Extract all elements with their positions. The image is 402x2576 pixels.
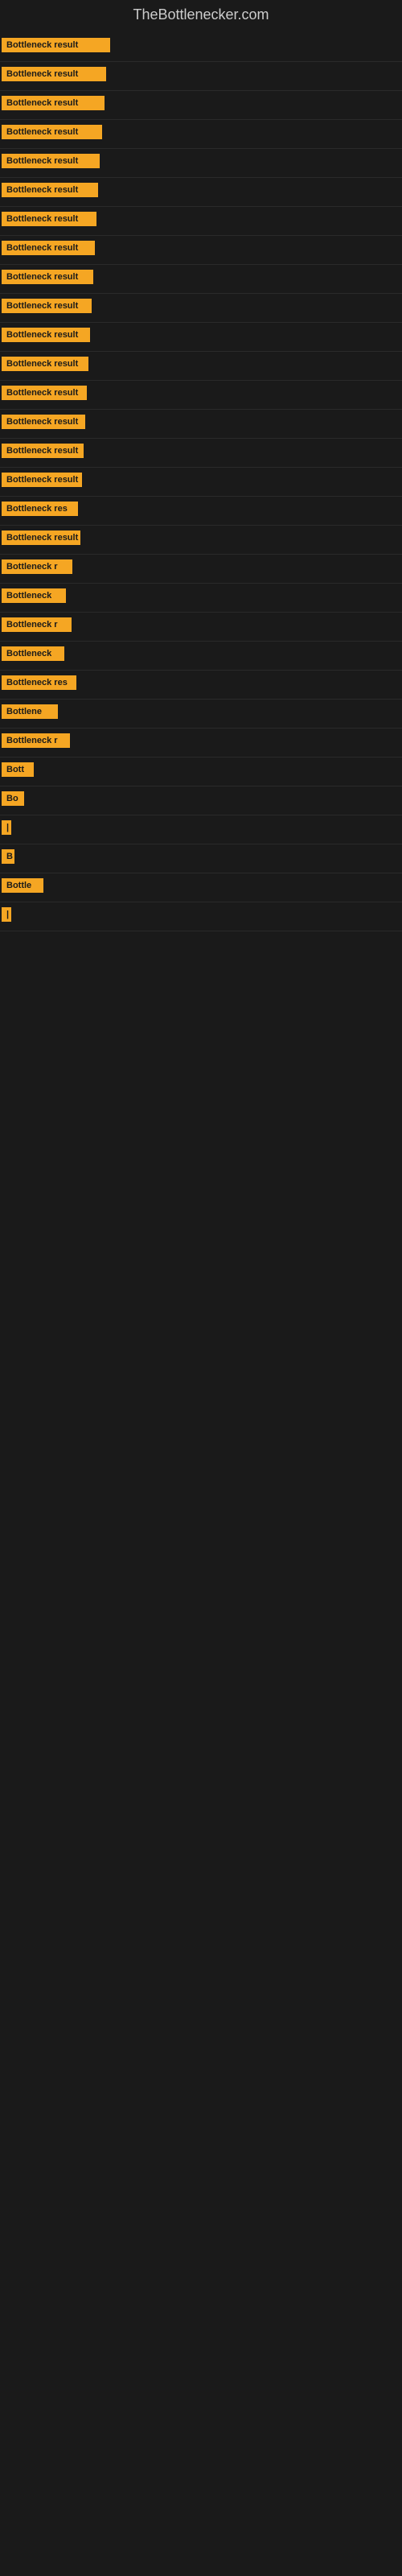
bottleneck-bar: Bottleneck result <box>2 67 106 81</box>
bottleneck-bar: Bottleneck result <box>2 444 84 458</box>
bottleneck-bar: Bottleneck r <box>2 733 70 748</box>
bar-row-3: Bottleneck result <box>0 120 402 149</box>
bar-row-20: Bottleneck r <box>0 613 402 642</box>
bar-row-29: Bottle <box>0 873 402 902</box>
bar-row-2: Bottleneck result <box>0 91 402 120</box>
bar-row-19: Bottleneck <box>0 584 402 613</box>
bottleneck-bar: Bottleneck result <box>2 415 85 429</box>
bottleneck-bar: Bottleneck result <box>2 125 102 139</box>
bottleneck-bar: Bottleneck result <box>2 96 105 110</box>
bottleneck-bar: Bottleneck result <box>2 473 82 487</box>
chart-area: Bottleneck result Bottleneck result Bottle… <box>0 33 402 947</box>
bottleneck-bar: Bottle <box>2 878 43 893</box>
bottleneck-bar: B <box>2 849 14 864</box>
bottleneck-bar: Bott <box>2 762 34 777</box>
bar-row-16: Bottleneck res <box>0 497 402 526</box>
bar-row-5: Bottleneck result <box>0 178 402 207</box>
bar-row-9: Bottleneck result <box>0 294 402 323</box>
bottleneck-bar: | <box>2 820 11 835</box>
bottleneck-bar: Bottleneck r <box>2 617 72 632</box>
bottleneck-bar: Bottleneck result <box>2 154 100 168</box>
bar-row-0: Bottleneck result <box>0 33 402 62</box>
bar-row-12: Bottleneck result <box>0 381 402 410</box>
bar-row-14: Bottleneck result <box>0 439 402 468</box>
bottleneck-bar: Bottleneck result <box>2 328 90 342</box>
bottleneck-bar: Bottleneck res <box>2 675 76 690</box>
bar-row-10: Bottleneck result <box>0 323 402 352</box>
bar-row-18: Bottleneck r <box>0 555 402 584</box>
bar-row-28: B <box>0 844 402 873</box>
bottleneck-bar: Bottleneck result <box>2 38 110 52</box>
bottleneck-bar: Bottleneck r <box>2 559 72 574</box>
bottleneck-bar: Bottleneck result <box>2 183 98 197</box>
bar-row-22: Bottleneck res <box>0 671 402 700</box>
bar-row-17: Bottleneck result <box>0 526 402 555</box>
bottleneck-bar: Bottleneck result <box>2 299 92 313</box>
bottleneck-bar: Bottleneck res <box>2 502 78 516</box>
bottleneck-bar: | <box>2 907 11 922</box>
bottleneck-bar: Bottleneck result <box>2 270 93 284</box>
bar-row-26: Bo <box>0 786 402 815</box>
bar-row-4: Bottleneck result <box>0 149 402 178</box>
bottleneck-bar: Bo <box>2 791 24 806</box>
bar-row-8: Bottleneck result <box>0 265 402 294</box>
bar-row-7: Bottleneck result <box>0 236 402 265</box>
bottleneck-bar: Bottleneck result <box>2 357 88 371</box>
bottleneck-bar: Bottleneck result <box>2 241 95 255</box>
bar-row-25: Bott <box>0 758 402 786</box>
bar-row-23: Bottlene <box>0 700 402 729</box>
bar-row-27: | <box>0 815 402 844</box>
bottleneck-bar: Bottleneck result <box>2 212 96 226</box>
site-title: TheBottlenecker.com <box>0 0 402 33</box>
bar-row-30: | <box>0 902 402 931</box>
bar-row-6: Bottleneck result <box>0 207 402 236</box>
bottleneck-bar: Bottleneck result <box>2 530 80 545</box>
bar-row-1: Bottleneck result <box>0 62 402 91</box>
bottleneck-bar: Bottleneck result <box>2 386 87 400</box>
bar-row-21: Bottleneck <box>0 642 402 671</box>
bar-row-11: Bottleneck result <box>0 352 402 381</box>
bottleneck-bar: Bottlene <box>2 704 58 719</box>
bottleneck-bar: Bottleneck <box>2 646 64 661</box>
bar-row-24: Bottleneck r <box>0 729 402 758</box>
bar-row-13: Bottleneck result <box>0 410 402 439</box>
bottleneck-bar: Bottleneck <box>2 588 66 603</box>
bar-row-15: Bottleneck result <box>0 468 402 497</box>
